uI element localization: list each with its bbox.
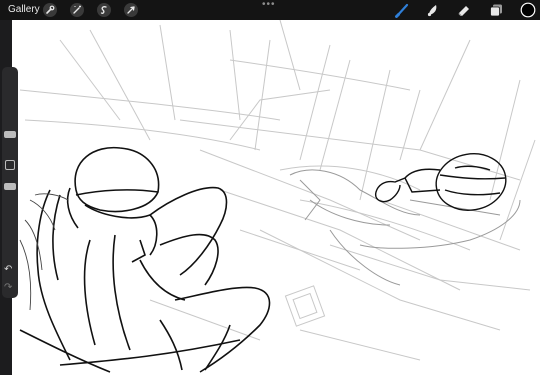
color-swatch[interactable] <box>520 2 536 18</box>
brush-icon[interactable] <box>394 2 410 18</box>
top-toolbar: Gallery ••• <box>0 0 540 20</box>
adjustments-icon[interactable] <box>69 2 85 18</box>
brush-sidebar: ↶ ↷ <box>2 67 18 298</box>
eraser-icon[interactable] <box>456 2 472 18</box>
redo-icon[interactable]: ↷ <box>4 282 12 293</box>
brush-opacity-slider[interactable] <box>4 183 16 190</box>
more-menu[interactable]: ••• <box>262 0 276 10</box>
modify-button[interactable] <box>5 160 15 170</box>
sketch-artwork <box>19 20 536 373</box>
smudge-icon[interactable] <box>425 2 441 18</box>
drawing-canvas[interactable] <box>12 20 540 375</box>
layers-icon[interactable] <box>488 2 504 18</box>
wrench-icon[interactable] <box>42 2 58 18</box>
transform-icon[interactable] <box>123 2 139 18</box>
brush-size-slider[interactable] <box>4 131 16 138</box>
undo-icon[interactable]: ↶ <box>4 264 12 275</box>
selection-icon[interactable] <box>96 2 112 18</box>
gallery-button[interactable]: Gallery <box>8 3 40 17</box>
